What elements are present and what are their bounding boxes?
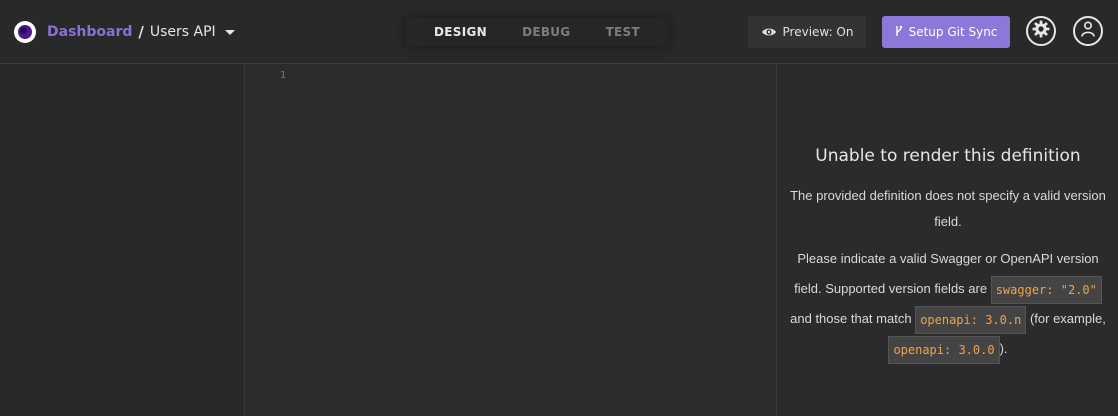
eye-icon [761, 26, 777, 38]
gear-icon [1032, 20, 1050, 43]
user-icon [1081, 20, 1095, 42]
breadcrumb: Dashboard / Users API [47, 22, 235, 42]
instructions-text: (for example, [1029, 311, 1106, 326]
code-swagger-version: swagger: "2.0" [990, 275, 1102, 304]
mode-tabs: DESIGN DEBUG TEST [406, 18, 668, 46]
instructions-text: ). [999, 341, 1008, 356]
error-title: Unable to render this definition [815, 146, 1081, 166]
sidebar-panel [0, 64, 245, 416]
caret-down-icon[interactable] [224, 29, 235, 35]
git-branch-icon [895, 25, 903, 40]
error-instructions: Please indicate a valid Swagger or OpenA… [783, 244, 1113, 364]
breadcrumb-separator: / [138, 23, 144, 41]
git-button-label: Setup Git Sync [908, 25, 998, 39]
top-bar: Dashboard / Users API DESIGN DEBUG TEST … [0, 0, 1118, 64]
breadcrumb-dashboard-link[interactable]: Dashboard [47, 24, 132, 40]
line-number: 1 [280, 70, 287, 81]
app-window: Dashboard / Users API DESIGN DEBUG TEST … [0, 0, 1118, 416]
code-openapi-pattern: openapi: 3.0.n [915, 305, 1027, 334]
setup-git-sync-button[interactable]: Setup Git Sync [882, 16, 1010, 48]
breadcrumb-project-selector[interactable]: Users API [150, 24, 216, 40]
instructions-text: and those that match [790, 311, 912, 326]
tab-debug[interactable]: DEBUG [522, 25, 570, 39]
error-message: The provided definition does not specify… [790, 188, 1106, 229]
logo-icon[interactable] [14, 21, 36, 43]
settings-button[interactable] [1026, 16, 1056, 46]
preview-button-label: Preview: On [782, 25, 854, 39]
code-openapi-example: openapi: 3.0.0 [888, 335, 1000, 364]
tab-design[interactable]: DESIGN [434, 25, 487, 39]
account-button[interactable] [1073, 16, 1103, 46]
tab-test[interactable]: TEST [606, 25, 640, 39]
preview-panel: Unable to render this definition The pro… [776, 64, 1118, 416]
code-editor[interactable]: 1 [245, 64, 776, 416]
preview-toggle-button[interactable]: Preview: On [748, 16, 866, 48]
